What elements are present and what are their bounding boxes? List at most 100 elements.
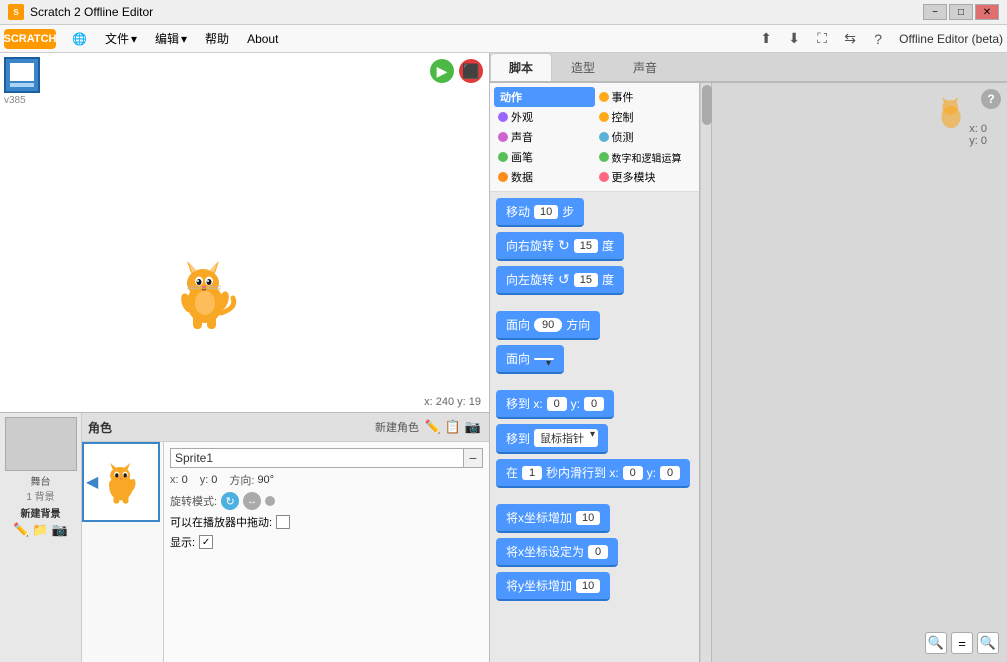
block-change-y-input[interactable]: 10 xyxy=(576,579,600,593)
sprite-content: ◀ xyxy=(82,442,489,662)
block-turn-left-input[interactable]: 15 xyxy=(574,273,598,287)
block-glide-xy[interactable]: 在 1 秒内滑行到 x: 0 y: 0 xyxy=(496,459,690,488)
maximize-button[interactable]: □ xyxy=(949,4,973,20)
show-label: 显示: xyxy=(170,534,195,550)
block-face-toward[interactable]: 面向 xyxy=(496,345,564,374)
categories-and-blocks: 动作 事件 外观 控制 xyxy=(490,83,700,662)
help-menu[interactable]: 帮助 xyxy=(197,28,237,49)
paint-sprite-button[interactable]: ✏️ xyxy=(423,417,443,437)
blocks-scrollbar[interactable] xyxy=(700,83,712,662)
zoom-in-button[interactable]: 🔍 xyxy=(925,632,947,654)
block-move[interactable]: 移动 10 步 xyxy=(496,198,584,227)
block-face-dir-input[interactable]: 90 xyxy=(534,318,562,332)
new-backdrop-label: 新建背景 xyxy=(21,505,61,520)
minimize-button[interactable]: − xyxy=(923,4,947,20)
workspace-xy-display: x: 0 y: 0 xyxy=(969,123,987,147)
menu-bar: SCRATCH 🌐 文件 ▾ 编辑 ▾ 帮助 About ⬆ ⬇ ⛶ ⇆ ? O… xyxy=(0,25,1007,53)
cat-motion[interactable]: 动作 xyxy=(494,87,595,107)
block-glide-t-input[interactable]: 1 xyxy=(522,466,542,480)
delete-sprite-button[interactable]: − xyxy=(463,448,483,468)
cat-sound[interactable]: 声音 xyxy=(494,127,595,147)
tabs-row: 脚本 造型 声音 xyxy=(490,53,1007,83)
zoom-out-button[interactable]: 🔍 xyxy=(977,632,999,654)
download-icon[interactable]: ⬇ xyxy=(783,28,805,50)
camera-backdrop-button[interactable]: 📷 xyxy=(52,522,68,538)
cat-operators[interactable]: 数字和逻辑运算 xyxy=(595,147,696,167)
backdrop-label: 舞台 xyxy=(31,473,51,488)
globe-menu[interactable]: 🌐 xyxy=(64,30,95,48)
block-set-x-input[interactable]: 0 xyxy=(588,545,608,559)
camera-sprite-button[interactable]: 📷 xyxy=(463,417,483,437)
zoom-reset-button[interactable]: = xyxy=(951,632,973,654)
edit-menu[interactable]: 编辑 ▾ xyxy=(147,28,195,49)
block-goto-y-input[interactable]: 0 xyxy=(584,397,604,411)
block-turn-left[interactable]: 向左旋转 ↺ 15 度 xyxy=(496,266,624,295)
block-row-goto-xy: 移到 x: 0 y: 0 xyxy=(496,390,693,419)
sprite-section: 角色 新建角色 ✏️ 📋 📷 ◀ xyxy=(82,413,489,662)
tab-sounds[interactable]: 声音 xyxy=(614,53,676,81)
block-goto-ptr[interactable]: 移到 鼠标指针 xyxy=(496,424,608,454)
block-move-input[interactable]: 10 xyxy=(534,205,558,219)
cat-sensing[interactable]: 侦测 xyxy=(595,127,696,147)
upload-icon[interactable]: ⬆ xyxy=(755,28,777,50)
sprite-thumb-list: ◀ xyxy=(82,442,164,662)
cat-data[interactable]: 数据 xyxy=(494,167,595,187)
stage-sprite-thumb: v385 xyxy=(4,57,40,106)
sprite-x-prop: x: 0 xyxy=(170,472,188,488)
blocks-scrollbar-thumb[interactable] xyxy=(702,85,712,125)
block-change-x[interactable]: 将x坐标增加 10 xyxy=(496,504,610,533)
cat-looks[interactable]: 外观 xyxy=(494,107,595,127)
cat-moreblocks-dot xyxy=(599,172,609,182)
stage-view-icon xyxy=(8,61,36,89)
block-turn-right[interactable]: 向右旋转 ↻ 15 度 xyxy=(496,232,624,261)
stage: v385 ▶ ⬛ xyxy=(0,53,490,413)
block-goto-xy[interactable]: 移到 x: 0 y: 0 xyxy=(496,390,614,419)
sprite-cat-thumbnail xyxy=(96,457,146,507)
drag-label: 可以在播放器中拖动: xyxy=(170,514,272,530)
about-menu[interactable]: About xyxy=(239,30,286,48)
cat-operators-dot xyxy=(599,152,609,162)
rotate-lr-button[interactable]: ↔ xyxy=(243,492,261,510)
block-goto-x-input[interactable]: 0 xyxy=(547,397,567,411)
block-turn-right-input[interactable]: 15 xyxy=(574,239,598,253)
cat-control[interactable]: 控制 xyxy=(595,107,696,127)
close-button[interactable]: ✕ xyxy=(975,4,999,20)
stamp-sprite-button[interactable]: 📋 xyxy=(443,417,463,437)
tab-scripts[interactable]: 脚本 xyxy=(490,53,552,81)
rotate-all-button[interactable]: ↻ xyxy=(221,492,239,510)
drag-checkbox[interactable] xyxy=(276,515,290,529)
show-checkbox[interactable]: ✓ xyxy=(199,535,213,549)
cat-data-dot xyxy=(498,172,508,182)
turbo-icon[interactable]: ⇆ xyxy=(839,28,861,50)
sprite-list-item[interactable]: ◀ xyxy=(82,442,160,522)
block-goto-ptr-dropdown[interactable]: 鼠标指针 xyxy=(534,429,598,447)
cat-moreblocks[interactable]: 更多模块 xyxy=(595,167,696,187)
upload-backdrop-button[interactable]: 📁 xyxy=(32,522,48,538)
fullscreen-icon[interactable]: ⛶ xyxy=(811,28,833,50)
cat-pen[interactable]: 画笔 xyxy=(494,147,595,167)
block-glide-y-input[interactable]: 0 xyxy=(660,466,680,480)
block-change-x-input[interactable]: 10 xyxy=(576,511,600,525)
sprite-direction-prop: 方向: 90° xyxy=(229,472,274,488)
workspace-y-display: y: 0 xyxy=(969,135,987,147)
sprite-y-prop: y: 0 xyxy=(200,472,218,488)
file-menu[interactable]: 文件 ▾ xyxy=(97,28,145,49)
paint-backdrop-button[interactable]: ✏️ xyxy=(13,522,29,538)
block-face-toward-dropdown[interactable] xyxy=(534,358,554,360)
cat-events[interactable]: 事件 xyxy=(595,87,696,107)
block-change-y[interactable]: 将y坐标增加 10 xyxy=(496,572,610,601)
block-glide-x-input[interactable]: 0 xyxy=(623,466,643,480)
stop-button[interactable]: ⬛ xyxy=(459,59,483,83)
green-flag-button[interactable]: ▶ xyxy=(430,59,454,83)
lower-left: 舞台 1 背景 新建背景 ✏️ 📁 📷 角色 新建角色 xyxy=(0,413,490,662)
block-face-dir[interactable]: 面向 90 方向 xyxy=(496,311,600,340)
workspace-help-button[interactable]: ? xyxy=(981,89,1001,109)
block-set-x[interactable]: 将x坐标设定为 0 xyxy=(496,538,618,567)
tab-costumes[interactable]: 造型 xyxy=(552,53,614,81)
cat-pen-dot xyxy=(498,152,508,162)
scratch-logo: SCRATCH xyxy=(4,29,56,49)
sprite-name-input[interactable] xyxy=(170,448,483,468)
no-rotate-button[interactable] xyxy=(265,496,275,506)
question-icon[interactable]: ? xyxy=(867,28,889,50)
code-workspace[interactable]: x: 0 y: 0 ? ↖ 🔍 = 🔍 xyxy=(712,83,1007,662)
